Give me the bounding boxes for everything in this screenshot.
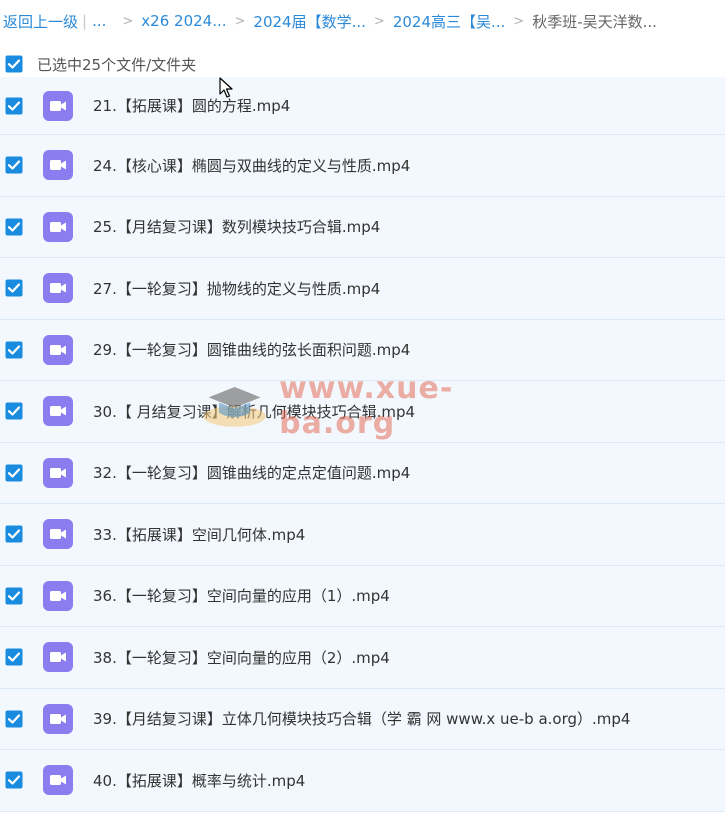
checkbox-checked-icon <box>5 402 23 420</box>
video-file-icon <box>43 273 73 304</box>
file-name[interactable]: 36.【一轮复习】空间向量的应用（1）.mp4 <box>93 585 390 606</box>
breadcrumb-ellipsis[interactable]: ... <box>92 12 106 30</box>
checkbox-checked-icon <box>5 341 23 359</box>
breadcrumb: 返回上一级 | ... > x26 2024... > 2024届【数学... … <box>0 0 725 42</box>
video-file-icon <box>43 765 73 796</box>
file-row[interactable]: 40.【拓展课】概率与统计.mp4 <box>0 750 725 812</box>
breadcrumb-item-1[interactable]: x26 2024... <box>141 12 226 30</box>
file-checkbox[interactable] <box>5 587 23 605</box>
file-row[interactable]: 33.【拓展课】空间几何体.mp4 <box>0 504 725 566</box>
file-list: 21.【拓展课】圆的方程.mp4 24.【核心课】椭圆与双曲线的定义与性质.mp4… <box>0 77 725 812</box>
video-file-icon <box>43 211 73 242</box>
file-name[interactable]: 24.【核心课】椭圆与双曲线的定义与性质.mp4 <box>93 155 410 176</box>
file-checkbox[interactable] <box>5 279 23 297</box>
file-name[interactable]: 32.【一轮复习】圆锥曲线的定点定值问题.mp4 <box>93 462 410 483</box>
file-row[interactable]: 39.【月结复习课】立体几何模块技巧合辑（学 霸 网 www.x ue-b a.… <box>0 688 725 750</box>
back-link[interactable]: 返回上一级 <box>3 11 78 32</box>
file-name[interactable]: 40.【拓展课】概率与统计.mp4 <box>93 770 305 791</box>
video-file-icon <box>43 396 73 427</box>
checkbox-checked-icon <box>5 218 23 236</box>
checkbox-checked-icon <box>5 55 23 73</box>
breadcrumb-item-3[interactable]: 2024高三【吴... <box>393 11 505 32</box>
chevron-right-icon: > <box>234 13 246 29</box>
checkbox-checked-icon <box>5 97 23 114</box>
video-file-icon <box>43 150 73 181</box>
breadcrumb-current: 秋季班-吴天洋数... <box>532 12 657 31</box>
file-row[interactable]: 24.【核心课】椭圆与双曲线的定义与性质.mp4 <box>0 135 725 197</box>
file-checkbox[interactable] <box>5 218 23 236</box>
file-checkbox[interactable] <box>5 648 23 666</box>
checkbox-checked-icon <box>5 525 23 543</box>
chevron-right-icon: > <box>373 13 385 29</box>
file-browser: 返回上一级 | ... > x26 2024... > 2024届【数学... … <box>0 0 725 818</box>
selection-count-label: 已选中25个文件/文件夹 <box>37 55 197 74</box>
select-all-checkbox[interactable] <box>5 55 23 73</box>
file-checkbox[interactable] <box>5 97 23 115</box>
file-row[interactable]: 36.【一轮复习】空间向量的应用（1）.mp4 <box>0 565 725 627</box>
file-name[interactable]: 30.【 月结复习课】解析几何模块技巧合辑.mp4 <box>93 401 415 422</box>
file-name[interactable]: 25.【月结复习课】数列模块技巧合辑.mp4 <box>93 216 380 237</box>
file-row[interactable]: 29.【一轮复习】圆锥曲线的弦长面积问题.mp4 <box>0 319 725 381</box>
breadcrumb-item-2[interactable]: 2024届【数学... <box>253 11 365 32</box>
checkbox-checked-icon <box>5 771 23 789</box>
file-row[interactable]: 38.【一轮复习】空间向量的应用（2）.mp4 <box>0 627 725 689</box>
file-checkbox[interactable] <box>5 402 23 420</box>
video-file-icon <box>43 519 73 550</box>
file-checkbox[interactable] <box>5 771 23 789</box>
video-file-icon <box>43 580 73 611</box>
video-file-icon <box>43 642 73 673</box>
video-file-icon <box>43 90 73 121</box>
breadcrumb-divider: | <box>82 12 88 30</box>
file-name[interactable]: 39.【月结复习课】立体几何模块技巧合辑（学 霸 网 www.x ue-b a.… <box>93 708 630 729</box>
checkbox-checked-icon <box>5 587 23 605</box>
video-file-icon <box>43 703 73 734</box>
file-checkbox[interactable] <box>5 341 23 359</box>
file-row[interactable]: 32.【一轮复习】圆锥曲线的定点定值问题.mp4 <box>0 442 725 504</box>
file-name[interactable]: 38.【一轮复习】空间向量的应用（2）.mp4 <box>93 647 390 668</box>
file-name[interactable]: 29.【一轮复习】圆锥曲线的弦长面积问题.mp4 <box>93 339 410 360</box>
file-row[interactable]: 25.【月结复习课】数列模块技巧合辑.mp4 <box>0 196 725 258</box>
checkbox-checked-icon <box>5 648 23 666</box>
file-checkbox[interactable] <box>5 710 23 728</box>
file-name[interactable]: 33.【拓展课】空间几何体.mp4 <box>93 524 305 545</box>
video-file-icon <box>43 457 73 488</box>
checkbox-checked-icon <box>5 279 23 297</box>
checkbox-checked-icon <box>5 710 23 728</box>
file-row[interactable]: 30.【 月结复习课】解析几何模块技巧合辑.mp4 <box>0 381 725 443</box>
file-row[interactable]: 21.【拓展课】圆的方程.mp4 <box>0 77 725 135</box>
file-checkbox[interactable] <box>5 156 23 174</box>
file-row[interactable]: 27.【一轮复习】抛物线的定义与性质.mp4 <box>0 258 725 320</box>
file-name[interactable]: 21.【拓展课】圆的方程.mp4 <box>93 95 290 116</box>
video-file-icon <box>43 334 73 365</box>
file-checkbox[interactable] <box>5 464 23 482</box>
checkbox-checked-icon <box>5 156 23 174</box>
checkbox-checked-icon <box>5 464 23 482</box>
file-checkbox[interactable] <box>5 525 23 543</box>
chevron-right-icon: > <box>122 13 134 29</box>
chevron-right-icon: > <box>513 13 525 29</box>
file-name[interactable]: 27.【一轮复习】抛物线的定义与性质.mp4 <box>93 278 380 299</box>
